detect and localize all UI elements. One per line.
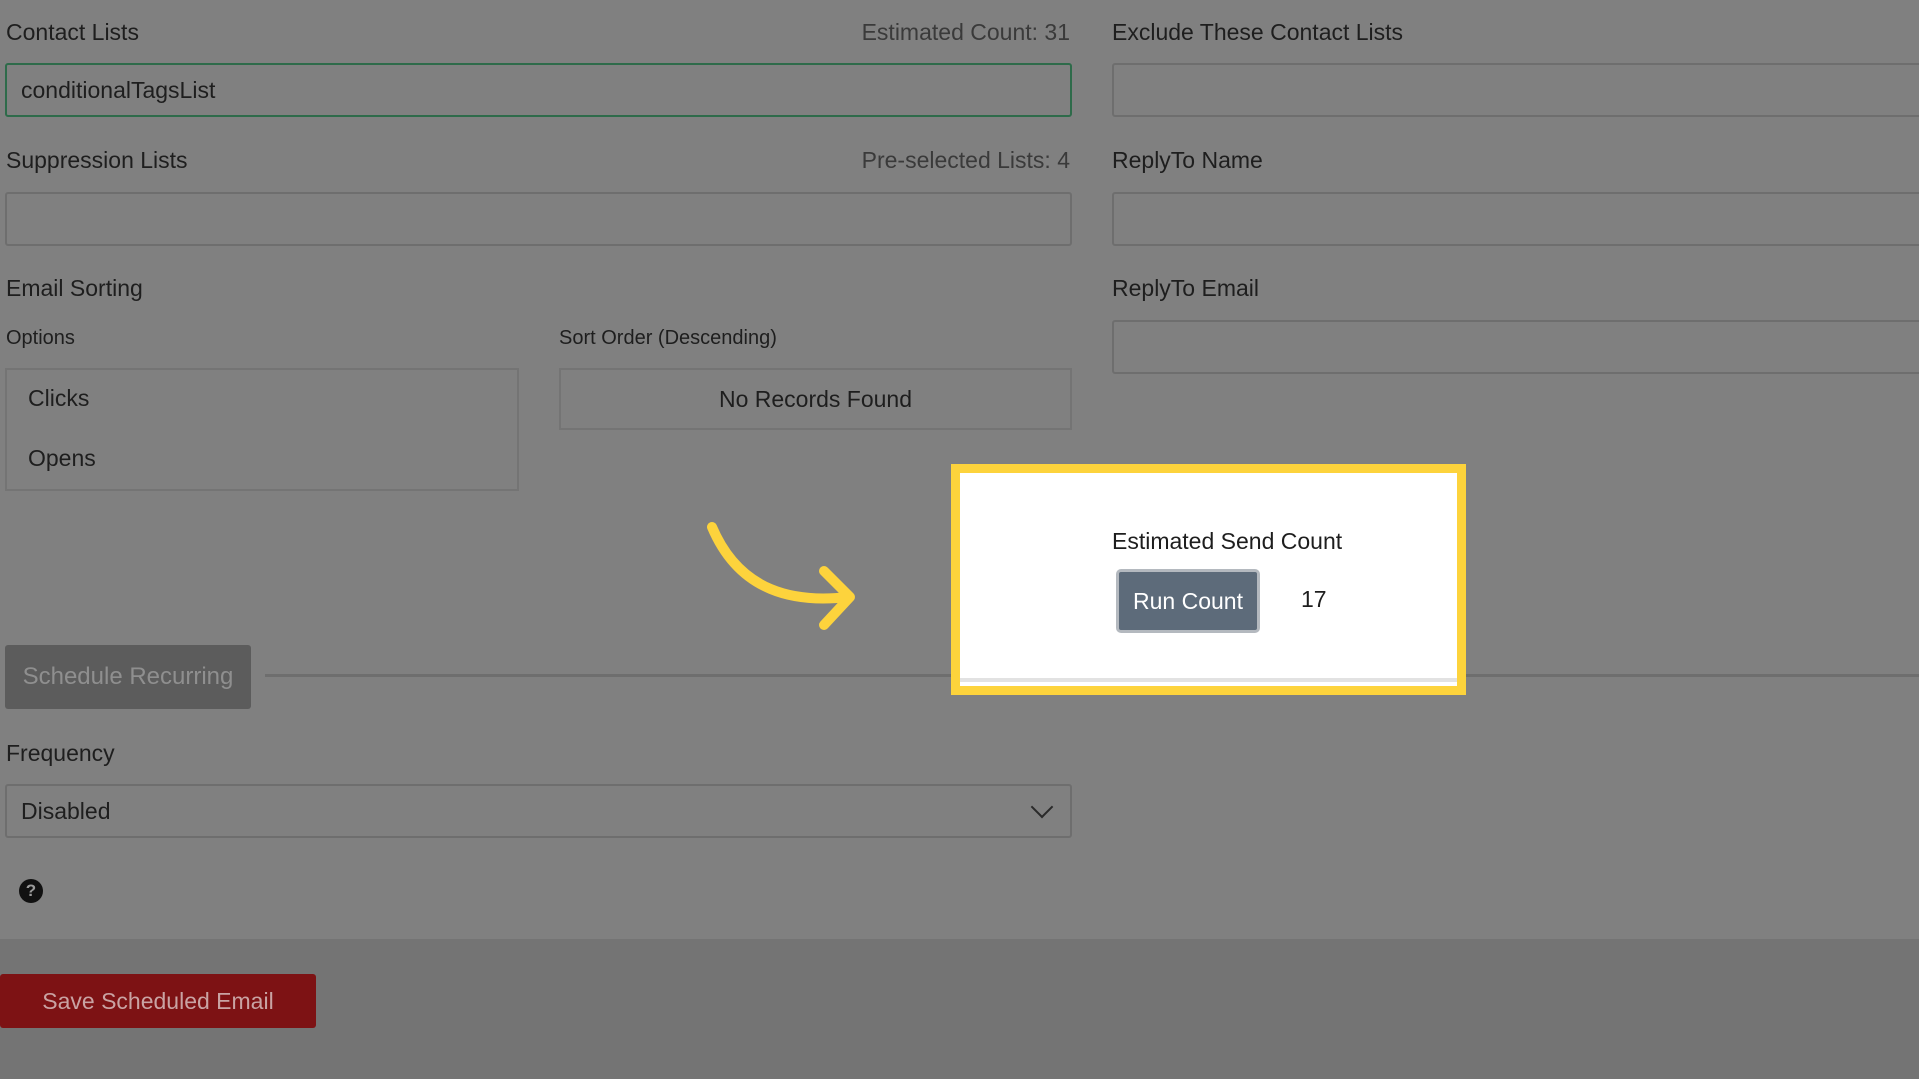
email-sorting-label: Email Sorting	[6, 275, 143, 301]
sorting-options-list: Clicks Opens	[5, 368, 519, 491]
reply-to-email-label: ReplyTo Email	[1112, 275, 1259, 301]
reply-to-email-input[interactable]	[1112, 320, 1919, 374]
sort-order-label: Sort Order (Descending)	[559, 327, 777, 349]
help-icon[interactable]: ?	[19, 879, 43, 903]
exclude-lists-label: Exclude These Contact Lists	[1112, 19, 1404, 45]
schedule-recurring-button[interactable]: Schedule Recurring	[5, 645, 251, 709]
send-count-value: 17	[1301, 586, 1327, 612]
sorting-option-clicks[interactable]: Clicks	[28, 387, 89, 410]
contact-lists-input[interactable]: conditionalTagsList	[5, 63, 1072, 117]
callout-arrow-icon	[707, 522, 855, 630]
options-label: Options	[6, 327, 75, 349]
chevron-down-icon	[1030, 795, 1054, 819]
no-records-text: No Records Found	[718, 385, 913, 412]
estimated-count: Estimated Count: 31	[861, 19, 1070, 45]
save-scheduled-email-button[interactable]: Save Scheduled Email	[0, 974, 316, 1028]
exclude-lists-input[interactable]	[1112, 63, 1919, 117]
reply-to-name-label: ReplyTo Name	[1112, 147, 1263, 173]
frequency-value: Disabled	[21, 797, 111, 824]
run-count-button[interactable]: Run Count	[1116, 569, 1260, 633]
suppression-lists-input[interactable]	[5, 192, 1072, 246]
estimated-send-count-highlight: Estimated Send Count Run Count 17	[951, 464, 1466, 695]
sort-order-list: No Records Found	[559, 368, 1072, 430]
frequency-select[interactable]: Disabled	[5, 784, 1072, 838]
sorting-option-opens[interactable]: Opens	[28, 447, 96, 470]
contact-lists-value: conditionalTagsList	[21, 76, 216, 103]
popup-divider	[960, 678, 1457, 682]
suppression-lists-label: Suppression Lists	[6, 147, 188, 173]
frequency-label: Frequency	[6, 740, 115, 766]
reply-to-name-input[interactable]	[1112, 192, 1919, 246]
contact-lists-label: Contact Lists	[6, 19, 139, 45]
preselected-lists: Pre-selected Lists: 4	[861, 147, 1070, 173]
estimated-send-count-label: Estimated Send Count	[1112, 528, 1343, 554]
